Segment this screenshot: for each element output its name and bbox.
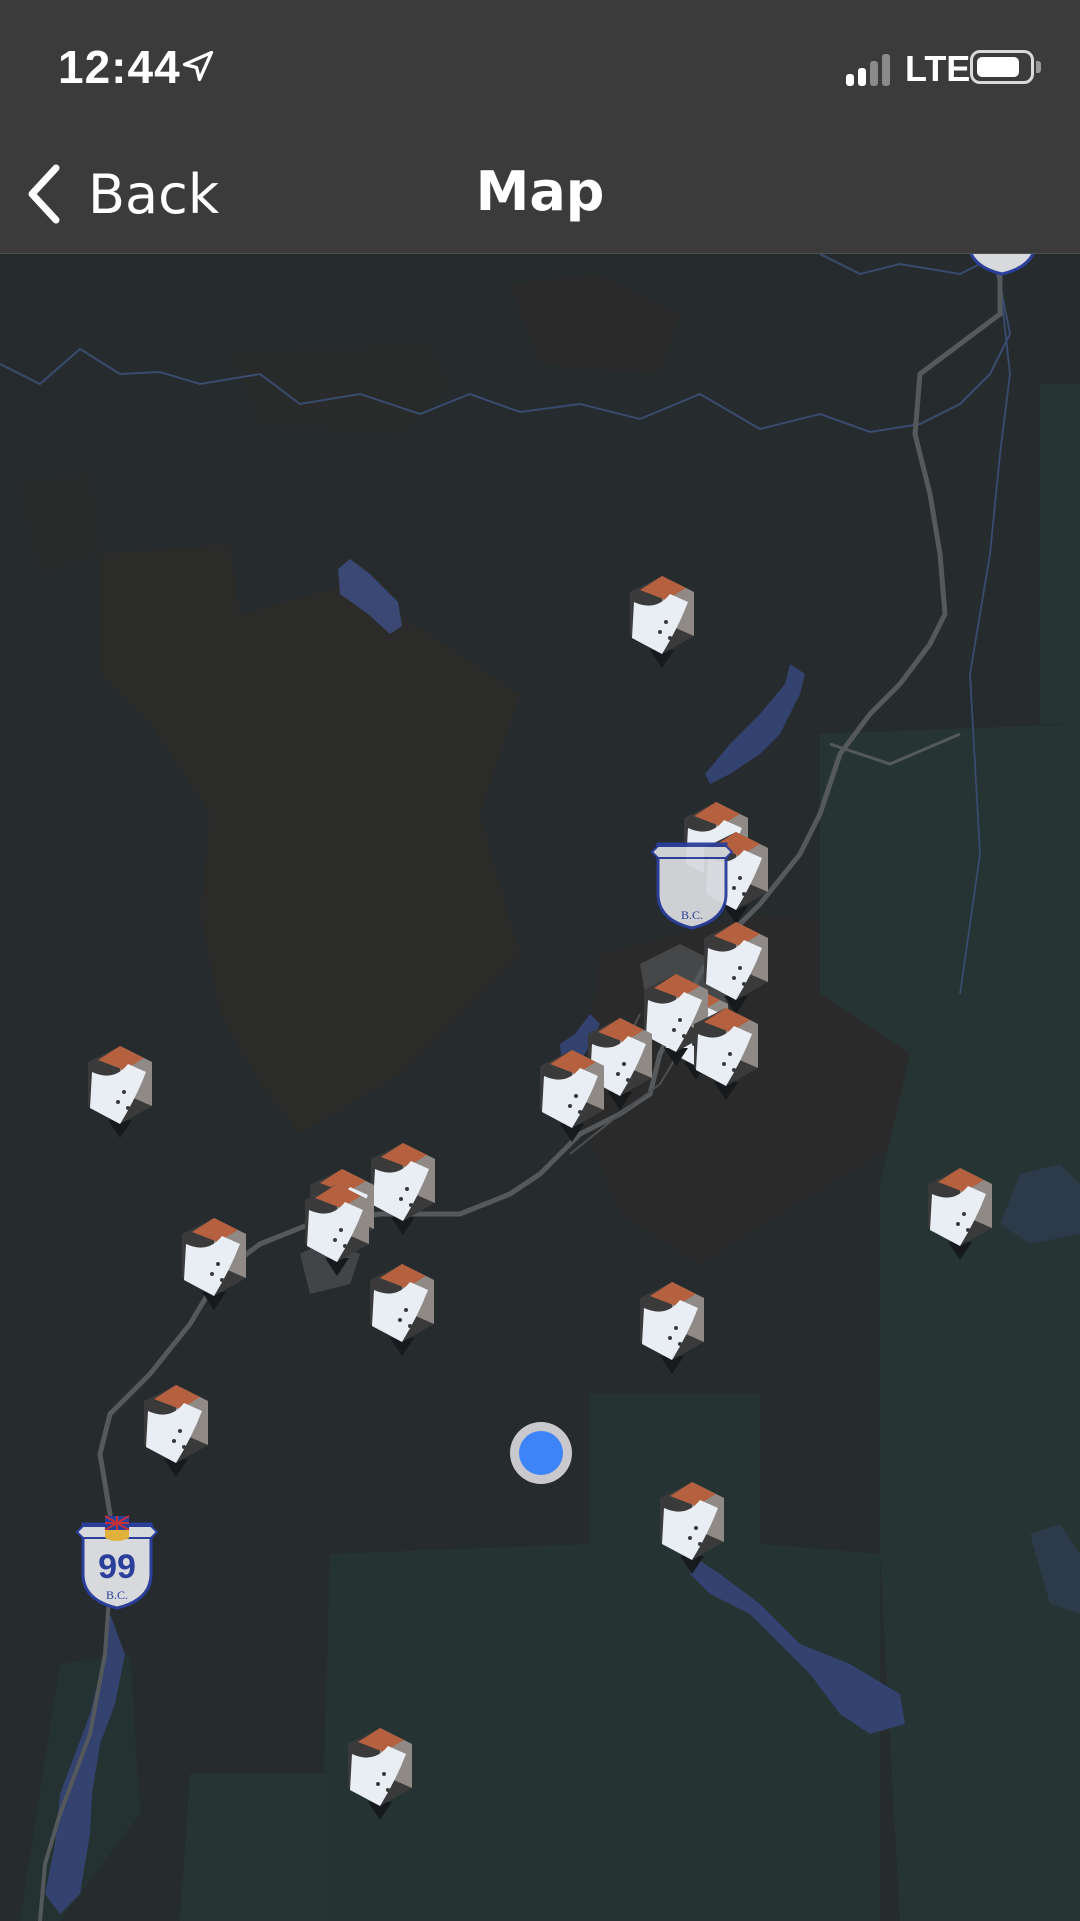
ski-area-marker[interactable]: [536, 1046, 608, 1146]
lake: [705, 664, 805, 784]
status-time: 12:44: [58, 41, 181, 93]
ski-area-marker[interactable]: [636, 1278, 708, 1378]
ski-area-icon: [928, 1168, 992, 1260]
user-location-inner: [519, 1431, 563, 1475]
bc-highway-shield-icon: [969, 254, 1035, 276]
ski-area-icon: [540, 1050, 604, 1142]
battery-icon: [970, 50, 1034, 84]
ski-area-marker[interactable]: [626, 572, 698, 672]
user-location-dot[interactable]: [510, 1422, 572, 1484]
ski-area-icon: [88, 1046, 152, 1138]
page-title: Map: [475, 160, 605, 223]
ski-area-icon: [144, 1385, 208, 1477]
ski-area-icon: [640, 1282, 704, 1374]
highway-shield[interactable]: 99 B.C.: [73, 1514, 161, 1612]
shield-sub: B.C.: [105, 1588, 128, 1602]
carrier-label: LTE: [905, 48, 971, 89]
ski-area-marker[interactable]: [344, 1724, 416, 1824]
ski-area-icon: [370, 1264, 434, 1356]
forest-zone: [1040, 384, 1080, 724]
ski-area-icon: [305, 1184, 369, 1276]
ski-area-icon: [182, 1218, 246, 1310]
highway-shield[interactable]: B.C.: [648, 834, 736, 932]
cellular-signal-icon: [846, 52, 896, 86]
map-view[interactable]: 99 B.C. B.C.: [0, 254, 1080, 1921]
ski-area-marker[interactable]: [690, 1004, 762, 1104]
status-bar: 12:44 LTE: [0, 0, 1080, 134]
ski-area-marker[interactable]: [366, 1260, 438, 1360]
navigation-bar: Back Map: [0, 134, 1080, 254]
ski-area-marker[interactable]: [656, 1478, 728, 1578]
battery-tip: [1036, 61, 1041, 73]
terrain-patch: [510, 274, 680, 374]
forest-zone: [180, 1774, 330, 1921]
terrain-patch: [230, 344, 450, 434]
shield-sub: B.C.: [680, 908, 703, 922]
highway-shield-partial[interactable]: [958, 254, 1046, 278]
ski-area-marker[interactable]: [178, 1214, 250, 1314]
ski-area-marker[interactable]: [924, 1164, 996, 1264]
ski-area-marker[interactable]: [140, 1381, 212, 1481]
ski-area-icon: [694, 1008, 758, 1100]
ski-area-icon: [630, 576, 694, 668]
ski-area-marker[interactable]: [84, 1042, 156, 1142]
terrain-patch: [100, 544, 520, 1134]
boundary-line: [0, 254, 1012, 434]
ski-area-marker[interactable]: [301, 1180, 373, 1280]
ski-area-icon: [348, 1728, 412, 1820]
ski-area-icon: [660, 1482, 724, 1574]
shield-number: 99: [98, 1548, 136, 1586]
location-arrow-icon: [182, 50, 214, 82]
terrain-patch: [20, 474, 100, 574]
